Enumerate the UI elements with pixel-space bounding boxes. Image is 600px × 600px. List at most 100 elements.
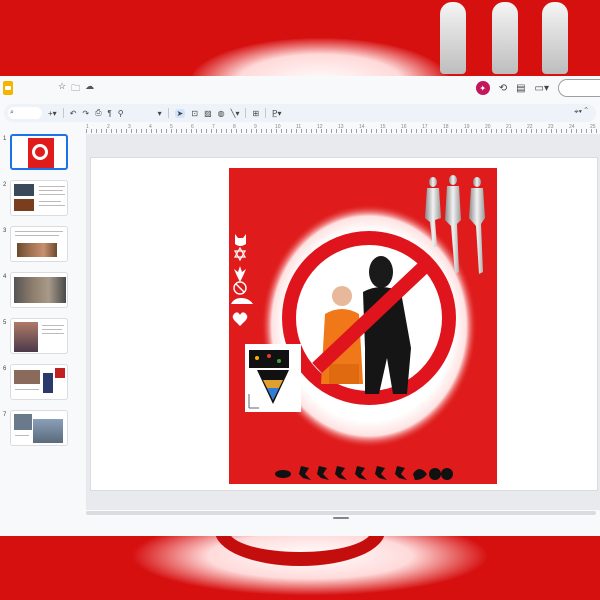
- line-icon[interactable]: ╲▾: [231, 109, 240, 118]
- text-style-icon[interactable]: P̲▾: [272, 109, 281, 118]
- ruler-label: 23: [548, 124, 554, 130]
- folder-move-icon[interactable]: 🗀: [71, 81, 80, 97]
- slide-number: 6: [3, 366, 7, 372]
- heart-icon: [232, 312, 248, 326]
- slide-thumbnail-row[interactable]: 7: [0, 410, 84, 446]
- horizontal-scrollbar[interactable]: [86, 511, 596, 515]
- select-icon[interactable]: ➤: [174, 108, 186, 118]
- meet-icon[interactable]: ▭▾: [535, 83, 549, 94]
- thumb-text-line: [39, 201, 61, 202]
- collapse-icon[interactable]: ⌃: [584, 107, 588, 116]
- cloud-saved-icon[interactable]: ☁: [85, 81, 94, 97]
- slide-number: 2: [3, 182, 7, 188]
- slide-thumbnail[interactable]: [10, 364, 68, 400]
- slide-number: 5: [3, 320, 7, 326]
- thumb-photo: [14, 277, 66, 303]
- mannequin: [469, 177, 485, 274]
- poster-artwork: [231, 175, 485, 480]
- thumb-photo: [33, 419, 63, 443]
- header-actions: ✦ ⟲ ▤ ▭▾: [475, 79, 600, 97]
- image-icon[interactable]: ▨: [204, 109, 212, 118]
- zoom-select[interactable]: [130, 109, 152, 117]
- slide-thumbnail-row[interactable]: 2: [0, 180, 84, 216]
- slide-thumbnail[interactable]: [10, 318, 68, 354]
- running-figure-icon: [335, 466, 347, 480]
- thumb-photo: [14, 370, 40, 384]
- thumb-text-line: [39, 194, 65, 195]
- ruler-label: 13: [338, 124, 344, 130]
- running-figure-icon: [355, 466, 367, 480]
- comments-icon[interactable]: ▤: [516, 83, 525, 94]
- ruler-label: 16: [401, 124, 407, 130]
- thumb-text-line: [15, 235, 59, 236]
- toolbar-divider: [245, 108, 247, 118]
- slide-thumbnail[interactable]: [10, 410, 68, 446]
- slide-thumbnail-row[interactable]: 6: [0, 364, 84, 400]
- main-toolbar: ⌕ +▾ ↶ ↷ ⎙ ¶ ⚲ ▾ ➤ ⊡ ▨ ◍ ╲▾ ⊞ P̲▾ ⌖▾ ⌃: [4, 104, 596, 122]
- gemini-icon[interactable]: ✦: [475, 81, 490, 95]
- ruler-label: 1: [86, 124, 89, 130]
- zoom-icon[interactable]: ⚲: [118, 109, 124, 118]
- thumb-ring: [32, 144, 48, 160]
- background-mannequin: [492, 2, 518, 74]
- thumb-text-line: [15, 389, 39, 390]
- horizontal-ruler: 1 2 3 4 5 6 7 8 9 10 11 12 13 14 15 16 17 18 19 20 21 22 23 24 2…: [86, 124, 600, 133]
- ruler-labels: 1 2 3 4 5 6 7 8 9 10 11 12 13 14 15 16 17 18 19 20 21 22 23 24 2…: [86, 124, 600, 130]
- ruler-label: 3: [128, 124, 131, 130]
- thumb-text-line: [15, 435, 29, 436]
- thumb-text-line: [39, 186, 65, 187]
- paint-format-icon[interactable]: ¶: [108, 109, 112, 118]
- title-bar: ☆ 🗀 ☁ ✦ ⟲ ▤ ▭▾: [0, 76, 600, 102]
- thumb-photo: [55, 368, 65, 378]
- slide-number: 4: [3, 274, 7, 280]
- background-mannequin: [542, 2, 568, 74]
- comment-icon[interactable]: ⊞: [252, 109, 259, 118]
- left-icon-column: [231, 234, 253, 326]
- redo-icon[interactable]: ↷: [82, 109, 89, 118]
- ruler-label: 24: [569, 124, 575, 130]
- ruler-label: 14: [359, 124, 365, 130]
- add-icon[interactable]: +▾: [48, 109, 57, 118]
- background-mannequin: [440, 2, 466, 74]
- thumb-photo: [14, 322, 38, 352]
- textbox-icon[interactable]: ⊡: [191, 109, 198, 118]
- slide-thumbnail-row[interactable]: 1: [0, 134, 84, 170]
- shape-icon[interactable]: ◍: [218, 109, 225, 118]
- crawling-figure-icon: [275, 470, 291, 478]
- pyramid-diagram: [245, 344, 301, 412]
- star-icon[interactable]: ☆: [58, 81, 66, 97]
- slide-thumbnail-row[interactable]: 3: [0, 226, 84, 262]
- running-figure-icon: [299, 466, 311, 480]
- slide-number: 1: [3, 136, 7, 142]
- slide-thumbnail[interactable]: [10, 226, 68, 262]
- slides-logo-icon[interactable]: [3, 81, 13, 95]
- zoom-dropdown-icon[interactable]: ▾: [158, 109, 162, 118]
- pot-icon: [413, 469, 427, 480]
- ruler-label: 12: [317, 124, 323, 130]
- notes-splitter-handle[interactable]: [333, 517, 349, 519]
- slide-thumbnail[interactable]: [10, 180, 68, 216]
- slideshow-button[interactable]: [558, 79, 600, 97]
- thumb-text-line: [42, 333, 64, 334]
- history-icon[interactable]: ⟲: [499, 83, 507, 94]
- ruler-label: 25: [590, 124, 596, 130]
- cursor-icon[interactable]: ⌖▾: [574, 107, 582, 116]
- thumb-text-line: [39, 190, 63, 191]
- slide-thumbnail[interactable]: [10, 272, 68, 308]
- thumb-photo: [14, 184, 34, 196]
- poster-image[interactable]: [229, 168, 497, 484]
- ruler-label: 11: [296, 124, 302, 130]
- bowl-icon: [429, 468, 441, 480]
- undo-icon[interactable]: ↶: [70, 109, 77, 118]
- search-icon: ⌕: [10, 109, 14, 116]
- thumb-text-line: [39, 205, 65, 206]
- slide-thumbnail-row[interactable]: 4: [0, 272, 84, 308]
- speaker-notes-area[interactable]: [86, 522, 600, 536]
- thumb-photo: [14, 414, 32, 430]
- ruler-label: 4: [149, 124, 152, 130]
- toolbar-divider: [62, 108, 64, 118]
- slide-thumbnail-row[interactable]: 5: [0, 318, 84, 354]
- slide-thumbnail[interactable]: [10, 134, 68, 170]
- print-icon[interactable]: ⎙: [95, 108, 101, 118]
- menus-search[interactable]: ⌕: [8, 107, 42, 119]
